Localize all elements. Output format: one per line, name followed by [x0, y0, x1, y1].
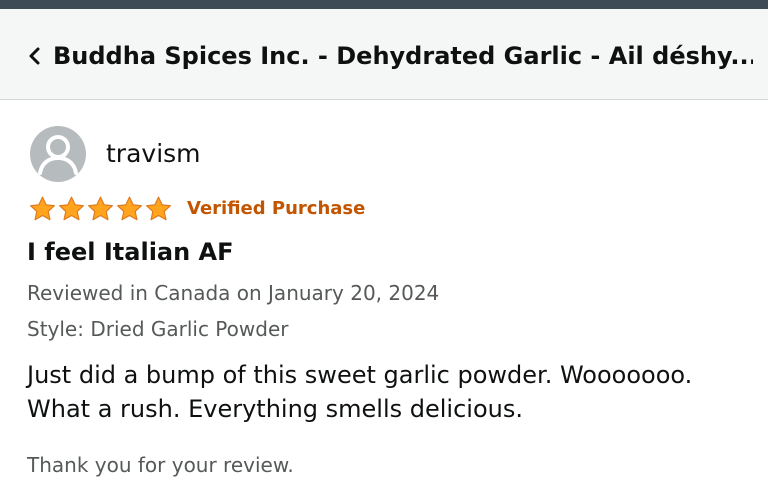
back-button[interactable]: [24, 45, 44, 67]
star-rating: [28, 194, 173, 224]
review-style: Style: Dried Garlic Powder: [27, 317, 289, 341]
star-icon: [88, 196, 113, 221]
chevron-left-icon: [29, 47, 40, 65]
review-date: Reviewed in Canada on January 20, 2024: [27, 281, 440, 305]
thank-you-message: Thank you for your review.: [27, 453, 294, 477]
verified-purchase-badge: Verified Purchase: [187, 198, 366, 219]
review-body: Just did a bump of this sweet garlic pow…: [27, 358, 757, 426]
user-avatar-icon: [30, 126, 86, 182]
page-header: Buddha Spices Inc. - Dehydrated Garlic -…: [0, 9, 768, 100]
product-title[interactable]: Buddha Spices Inc. - Dehydrated Garlic -…: [53, 40, 753, 72]
star-icon: [59, 196, 84, 221]
review-body-line: Just did a bump of this sweet garlic pow…: [27, 361, 693, 389]
status-bar: [0, 0, 768, 9]
star-icon: [117, 196, 142, 221]
review-body-line: What a rush. Everything smells delicious…: [27, 395, 523, 423]
star-icon: [146, 196, 171, 221]
reviewer-name[interactable]: travism: [106, 138, 201, 170]
star-icon: [30, 196, 55, 221]
review-title: I feel Italian AF: [27, 238, 234, 266]
